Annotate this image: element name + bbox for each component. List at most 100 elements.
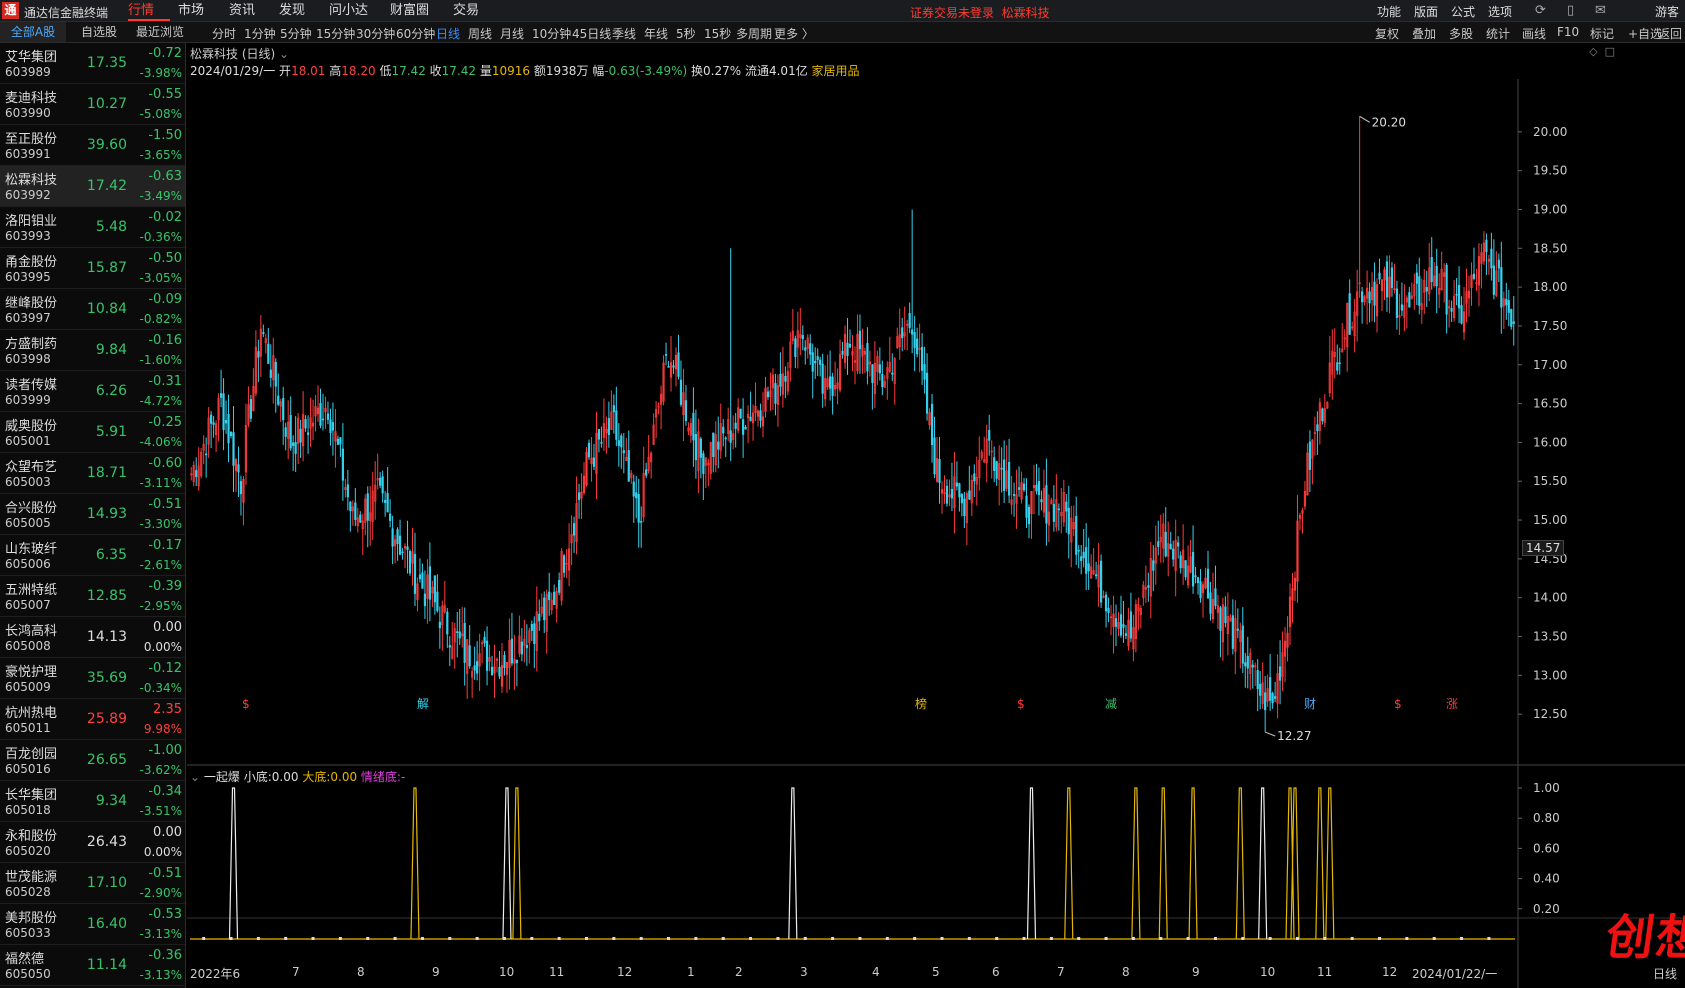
kline-chart[interactable]: 12.5013.0013.5014.0014.5015.0015.5016.00… <box>187 43 1685 988</box>
candle-body <box>1271 692 1274 704</box>
event-marker[interactable]: 解 <box>417 697 429 711</box>
chevron-down-icon[interactable]: ⌄ <box>190 770 200 784</box>
stock-row[interactable]: 继峰股份 603997 10.84 -0.09 -0.82% <box>0 289 185 330</box>
candle-body <box>446 611 449 635</box>
period-15[interactable]: 多周期 <box>736 25 772 42</box>
mail-icon[interactable]: ✉ <box>1595 3 1606 18</box>
stock-row[interactable]: 长鸿高科 605008 14.13 0.00 0.00% <box>0 617 185 658</box>
stock-row[interactable]: 读者传媒 603999 6.26 -0.31 -4.72% <box>0 371 185 412</box>
tool-7[interactable]: +自选 <box>1628 25 1662 42</box>
indicator-dot <box>420 937 424 940</box>
price-tick-label: 17.00 <box>1533 358 1567 372</box>
stock-change: -0.17 <box>148 538 182 553</box>
event-marker[interactable]: 财 <box>1304 697 1316 711</box>
tool-4[interactable]: 画线 <box>1522 25 1546 42</box>
tab-all-a-shares[interactable]: 全部A股 <box>0 22 66 42</box>
menu-formula[interactable]: 公式 <box>1451 3 1475 20</box>
tool-2[interactable]: 多股 <box>1449 25 1473 42</box>
menu-layout[interactable]: 版面 <box>1414 3 1438 20</box>
menu-wealth-circle[interactable]: 财富圈 <box>390 2 429 20</box>
event-marker[interactable]: 减 <box>1105 697 1117 711</box>
period-13[interactable]: 5秒 <box>676 25 696 42</box>
stock-row[interactable]: 世茂能源 605028 17.10 -0.51 -2.90% <box>0 863 185 904</box>
stock-row[interactable]: 麦迪科技 603990 10.27 -0.55 -5.08% <box>0 84 185 125</box>
stock-row[interactable]: 杭州热电 605011 25.89 2.35 9.98% <box>0 699 185 740</box>
tab-watchlist[interactable]: 自选股 <box>70 22 128 42</box>
period-4[interactable]: 30分钟 <box>356 25 395 42</box>
tool-5[interactable]: F10 <box>1557 25 1579 39</box>
candle-body <box>515 659 518 664</box>
stock-row[interactable]: 美邦股份 605033 16.40 -0.53 -3.13% <box>0 904 185 945</box>
period-14[interactable]: 15秒 <box>704 25 731 42</box>
indicator-dot <box>284 937 288 940</box>
menu-quote[interactable]: 行情 <box>128 2 154 20</box>
chevron-down-icon[interactable]: ⌄ <box>279 47 289 61</box>
period-3[interactable]: 15分钟 <box>316 25 355 42</box>
menu-ask[interactable]: 问小达 <box>329 2 368 20</box>
event-marker[interactable]: 涨 <box>1446 696 1458 711</box>
period-1[interactable]: 1分钟 <box>244 25 276 42</box>
menu-news[interactable]: 资讯 <box>229 2 255 20</box>
period-0[interactable]: 分时 <box>212 25 236 42</box>
tool-8[interactable]: 返回 <box>1658 25 1682 42</box>
stock-row[interactable]: 五洲特纸 605007 12.85 -0.39 -2.95% <box>0 576 185 617</box>
stock-row[interactable]: 长华集团 605018 9.34 -0.34 -3.51% <box>0 781 185 822</box>
period-10[interactable]: 45日线 <box>572 25 611 42</box>
period-9[interactable]: 10分钟 <box>532 25 571 42</box>
period-6[interactable]: 日线 <box>436 25 460 42</box>
diamond-icon[interactable]: ◇ <box>1589 45 1597 58</box>
tool-1[interactable]: 叠加 <box>1412 25 1436 42</box>
menu-trade[interactable]: 交易 <box>453 2 479 20</box>
period-11[interactable]: 季线 <box>612 25 636 42</box>
period-12[interactable]: 年线 <box>644 25 668 42</box>
period-5[interactable]: 60分钟 <box>396 25 435 42</box>
stock-row[interactable]: 山东玻纤 605006 6.35 -0.17 -2.61% <box>0 535 185 576</box>
event-marker[interactable]: $ <box>1017 697 1025 711</box>
stock-row[interactable]: 众望布艺 605003 18.71 -0.60 -3.11% <box>0 453 185 494</box>
period-7[interactable]: 周线 <box>468 25 492 42</box>
candle-body <box>294 442 297 454</box>
stock-row[interactable]: 甬金股份 603995 15.87 -0.50 -3.05% <box>0 248 185 289</box>
chart-corner-icons[interactable]: ◇ □ <box>1589 45 1615 58</box>
stock-row[interactable]: 福然德 605050 11.14 -0.36 -3.13% <box>0 945 185 986</box>
candle-body <box>933 437 936 475</box>
event-marker[interactable]: $ <box>1394 697 1402 711</box>
stock-row[interactable]: 合兴股份 605005 14.93 -0.51 -3.30% <box>0 494 185 535</box>
menu-options[interactable]: 选项 <box>1488 3 1512 20</box>
event-marker[interactable]: $ <box>242 697 250 711</box>
indicator-name[interactable]: 一起爆 <box>204 770 240 784</box>
stock-row[interactable]: 威奥股份 605001 5.91 -0.25 -4.06% <box>0 412 185 453</box>
stock-row[interactable]: 至正股份 603991 39.60 -1.50 -3.65% <box>0 125 185 166</box>
tool-6[interactable]: 标记 <box>1590 25 1614 42</box>
login-notice[interactable]: 证券交易未登录 松霖科技 <box>910 4 1050 21</box>
candle-body <box>819 359 822 365</box>
stock-row[interactable]: 松霖科技 603992 17.42 -0.63 -3.49% <box>0 166 185 207</box>
period-8[interactable]: 月线 <box>500 25 524 42</box>
sector-label[interactable]: 家居用品 <box>812 64 860 78</box>
stock-row[interactable]: 艾华集团 603989 17.35 -0.72 -3.98% <box>0 43 185 84</box>
stock-row[interactable]: 豪悦护理 605009 35.69 -0.12 -0.34% <box>0 658 185 699</box>
stock-price: 26.65 <box>86 752 127 768</box>
candle-body <box>677 352 680 377</box>
menu-discover[interactable]: 发现 <box>279 2 305 20</box>
menu-function[interactable]: 功能 <box>1377 3 1401 20</box>
period-2[interactable]: 5分钟 <box>280 25 312 42</box>
guest-user[interactable]: 游客 <box>1655 3 1679 20</box>
x-tick-label: 6 <box>992 965 1000 979</box>
stock-row[interactable]: 洛阳钼业 603993 5.48 -0.02 -0.36% <box>0 207 185 248</box>
period-16[interactable]: 更多 〉 <box>774 25 814 42</box>
tab-recent[interactable]: 最近浏览 <box>132 22 188 42</box>
tool-3[interactable]: 统计 <box>1486 25 1510 42</box>
menu-market[interactable]: 市场 <box>178 2 204 20</box>
stock-row[interactable]: 永和股份 605020 26.43 0.00 0.00% <box>0 822 185 863</box>
stock-change: 2.35 <box>153 702 182 717</box>
phone-icon[interactable]: ▯ <box>1567 3 1574 18</box>
stock-row[interactable]: 方盛制药 603998 9.84 -0.16 -1.60% <box>0 330 185 371</box>
event-marker[interactable]: 榜 <box>915 696 927 711</box>
candle-body <box>498 666 501 677</box>
refresh-icon[interactable]: ⟳ <box>1535 3 1546 18</box>
window-icon[interactable]: □ <box>1605 45 1615 58</box>
stock-row[interactable]: 百龙创园 605016 26.65 -1.00 -3.62% <box>0 740 185 781</box>
indicator-tick-label: 0.40 <box>1533 872 1560 886</box>
tool-0[interactable]: 复权 <box>1375 25 1399 42</box>
